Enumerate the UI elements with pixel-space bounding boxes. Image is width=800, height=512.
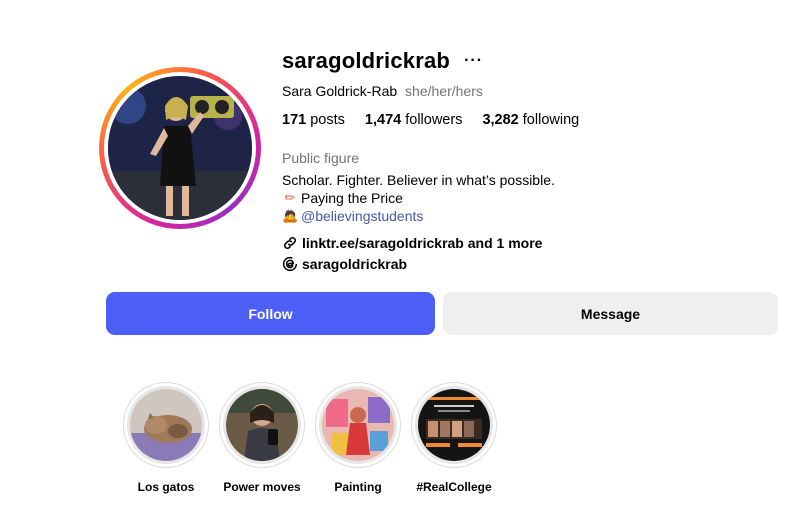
highlight-label: Power moves (223, 480, 301, 494)
profile-links: linktr.ee/saragoldrickrab and 1 more sar… (282, 232, 542, 274)
highlight-label: Painting (334, 480, 382, 494)
external-link[interactable]: linktr.ee/saragoldrickrab and 1 more (282, 232, 542, 253)
highlight-los-gatos[interactable]: Los gatos (118, 382, 214, 494)
pencil-icon: ✏ (284, 190, 296, 205)
profile-stats: 171 posts 1,474 followers 3,282 followin… (282, 112, 579, 128)
bowing-person-icon: 🙇 (282, 208, 299, 223)
highlight-inner (319, 386, 397, 464)
posts-count: 171 (282, 112, 307, 128)
message-button[interactable]: Message (443, 292, 778, 335)
highlight-realcollege[interactable]: #RealCollege (406, 382, 502, 494)
highlight-label: #RealCollege (416, 480, 492, 494)
followers-count: 1,474 (364, 112, 402, 128)
highlight-ring (123, 382, 209, 468)
posts-label: posts (310, 112, 345, 128)
name-row: Sara Goldrick-Rab she/her/hers (282, 83, 483, 99)
following-count: 3,282 (482, 112, 519, 128)
highlight-ring (411, 382, 497, 468)
highlight-label: Los gatos (137, 480, 195, 494)
bio-line: 🙇 @believingstudents (282, 207, 555, 225)
bio-text: Scholar. Fighter. Believer in what’s pos… (282, 172, 555, 188)
highlight-cover-painting (322, 389, 394, 461)
highlight-cover-selfie (226, 389, 298, 461)
bio-line: Scholar. Fighter. Believer in what’s pos… (282, 171, 555, 189)
bio-text: Paying the Price (301, 190, 403, 206)
more-horizontal-icon[interactable]: ··· (464, 52, 483, 70)
highlight-inner (127, 386, 205, 464)
pronouns: she/her/hers (405, 83, 483, 99)
highlight-inner (223, 386, 301, 464)
highlight-cover-event (418, 389, 490, 461)
profile-page: saragoldrickrab ··· Sara Goldrick-Rab sh… (0, 0, 800, 512)
highlight-inner (415, 386, 493, 464)
avatar-photo (108, 76, 252, 220)
avatar-border (104, 72, 256, 224)
followers-stat[interactable]: 1,474 followers (365, 112, 463, 128)
mention-link[interactable]: @believingstudents (301, 207, 423, 225)
follow-button[interactable]: Follow (106, 292, 435, 335)
link-text: linktr.ee/saragoldrickrab and 1 more (302, 234, 543, 251)
story-highlights: Los gatos Power moves Painting #RealColl… (118, 382, 502, 494)
highlight-power-moves[interactable]: Power moves (214, 382, 310, 494)
highlight-ring (219, 382, 305, 468)
highlight-cover-cat (130, 389, 202, 461)
highlight-painting[interactable]: Painting (310, 382, 406, 494)
followers-label: followers (405, 112, 463, 128)
full-name: Sara Goldrick-Rab (282, 83, 398, 99)
posts-stat: 171 posts (282, 112, 345, 128)
following-stat[interactable]: 3,282 following (482, 112, 579, 128)
highlight-ring (315, 382, 401, 468)
username: saragoldrickrab (282, 48, 451, 73)
link-icon (283, 236, 297, 249)
profile-bio: Scholar. Fighter. Believer in what’s pos… (282, 171, 555, 225)
profile-category: Public figure (282, 150, 360, 166)
threads-link[interactable]: saragoldrickrab (282, 253, 542, 274)
bio-line: ✏ Paying the Price (282, 189, 555, 207)
threads-handle: saragoldrickrab (302, 255, 408, 272)
username-row: saragoldrickrab ··· (282, 48, 483, 74)
profile-avatar[interactable] (99, 67, 261, 229)
following-label: following (522, 112, 580, 128)
threads-icon (282, 256, 298, 271)
